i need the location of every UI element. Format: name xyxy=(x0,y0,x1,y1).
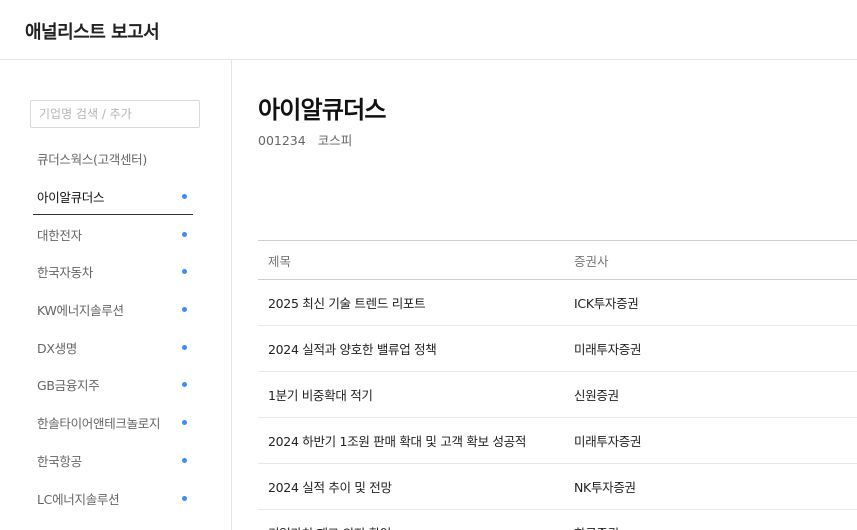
column-header-broker: 증권사 xyxy=(564,240,857,280)
table-row[interactable]: 2024 실적 추이 및 전망 NK투자증권 xyxy=(258,463,857,510)
company-code: 001234 xyxy=(258,133,306,148)
sidebar-item-label: GB금융지주 xyxy=(37,378,100,394)
table-row[interactable]: 2024 실적과 양호한 밸류업 정책 미래투자증권 xyxy=(258,325,857,372)
sidebar-item-company[interactable]: 큐더스웍스(고객센터) xyxy=(33,140,193,178)
new-report-dot-icon xyxy=(182,495,187,501)
new-report-dot-icon xyxy=(182,382,187,388)
new-report-dot-icon xyxy=(182,457,187,463)
report-title-cell[interactable]: 2024 하반기 1조원 판매 확대 및 고객 확보 성공적 xyxy=(258,417,564,464)
sidebar-item-label: 한국항공 xyxy=(37,453,82,469)
company-meta: 001234 코스피 xyxy=(258,130,360,149)
company-name: 아이알큐더스 xyxy=(258,96,386,124)
table-row[interactable]: 2024 하반기 1조원 판매 확대 및 고객 확보 성공적 미래투자증권 xyxy=(258,417,857,464)
sidebar-item-label: 대한전자 xyxy=(37,227,82,243)
report-broker-cell: 신원증권 xyxy=(564,371,857,418)
sidebar-item-company[interactable]: 한국항공 xyxy=(33,442,193,480)
company-market: 코스피 xyxy=(317,133,353,148)
sidebar-item-company[interactable]: LC에너지솔루션 xyxy=(33,479,193,517)
sidebar-item-company[interactable]: 아이알큐더스 xyxy=(33,178,193,216)
table-row[interactable]: 기업가치 제고 의지 확인한국증권 xyxy=(258,509,857,530)
report-title-cell[interactable]: 2024 실적 추이 및 전망 xyxy=(258,463,564,510)
sidebar-item-label: 한솔타이어앤테크놀로지 xyxy=(37,416,161,432)
app-title: 애널리스트 보고서 xyxy=(25,22,160,43)
sidebar-item-label: LC에너지솔루션 xyxy=(37,491,120,507)
new-report-dot-icon xyxy=(182,193,187,199)
sidebar-item-label: 큐더스웍스(고객센터) xyxy=(37,152,147,168)
table-row[interactable]: 2025 최신 기술 트렌드 리포트 ICK투자증권 xyxy=(258,279,857,326)
company-search-input[interactable] xyxy=(30,100,200,128)
new-report-dot-icon xyxy=(182,231,187,237)
new-report-dot-icon xyxy=(182,420,187,426)
sidebar: 큐더스웍스(고객센터) 아이알큐더스대한전자한국자동차 KW에너지솔루션 DX생명 GB… xyxy=(0,60,232,530)
table-header-row: 제목 증권사 xyxy=(258,240,857,280)
report-title-cell[interactable]: 2024 실적과 양호한 밸류업 정책 xyxy=(258,325,564,372)
sidebar-item-company[interactable]: 대한전자 xyxy=(33,215,193,253)
report-title-cell[interactable]: 기업가치 제고 의지 확인 xyxy=(258,509,564,530)
sidebar-item-label: KW에너지솔루션 xyxy=(37,303,124,319)
sidebar-item-company[interactable]: KW에너지솔루션 xyxy=(33,291,193,329)
sidebar-item-company[interactable]: GB금융지주 xyxy=(33,366,193,404)
report-broker-cell: NK투자증권 xyxy=(564,463,857,510)
sidebar-item-company[interactable]: 한국자동차 xyxy=(33,253,193,291)
sidebar-item-label: 아이알큐더스 xyxy=(37,189,105,205)
report-rows: 2025 최신 기술 트렌드 리포트 ICK투자증권 2024 실적과 양호한 밸류… xyxy=(258,279,857,530)
main-content: 아이알큐더스 001234 코스피 제목 증권사 2025 최신 기술 트렌드 … xyxy=(232,60,857,530)
app-header: 애널리스트 보고서 xyxy=(0,0,857,60)
report-broker-cell: 미래투자증권 xyxy=(564,417,857,464)
report-table: 제목 증권사 2025 최신 기술 트렌드 리포트 ICK투자증권 2024 실적과… xyxy=(258,240,857,530)
report-broker-cell: ICK투자증권 xyxy=(564,279,857,326)
sidebar-item-company[interactable]: DX생명 xyxy=(33,328,193,366)
report-title-cell[interactable]: 2025 최신 기술 트렌드 리포트 xyxy=(258,279,564,326)
company-list: 큐더스웍스(고객센터) 아이알큐더스대한전자한국자동차 KW에너지솔루션 DX생명 GB… xyxy=(33,140,193,517)
column-header-title: 제목 xyxy=(258,240,564,280)
new-report-dot-icon xyxy=(182,344,187,350)
sidebar-item-company[interactable]: 한솔타이어앤테크놀로지 xyxy=(33,404,193,442)
new-report-dot-icon xyxy=(182,269,187,275)
report-title-cell[interactable]: 1분기 비중확대 적기 xyxy=(258,371,564,418)
new-report-dot-icon xyxy=(182,307,187,313)
sidebar-item-label: DX생명 xyxy=(37,340,77,356)
report-broker-cell: 미래투자증권 xyxy=(564,325,857,372)
report-broker-cell: 한국증권 xyxy=(564,509,857,530)
table-row[interactable]: 1분기 비중확대 적기 신원증권 xyxy=(258,371,857,418)
sidebar-item-label: 한국자동차 xyxy=(37,265,94,281)
